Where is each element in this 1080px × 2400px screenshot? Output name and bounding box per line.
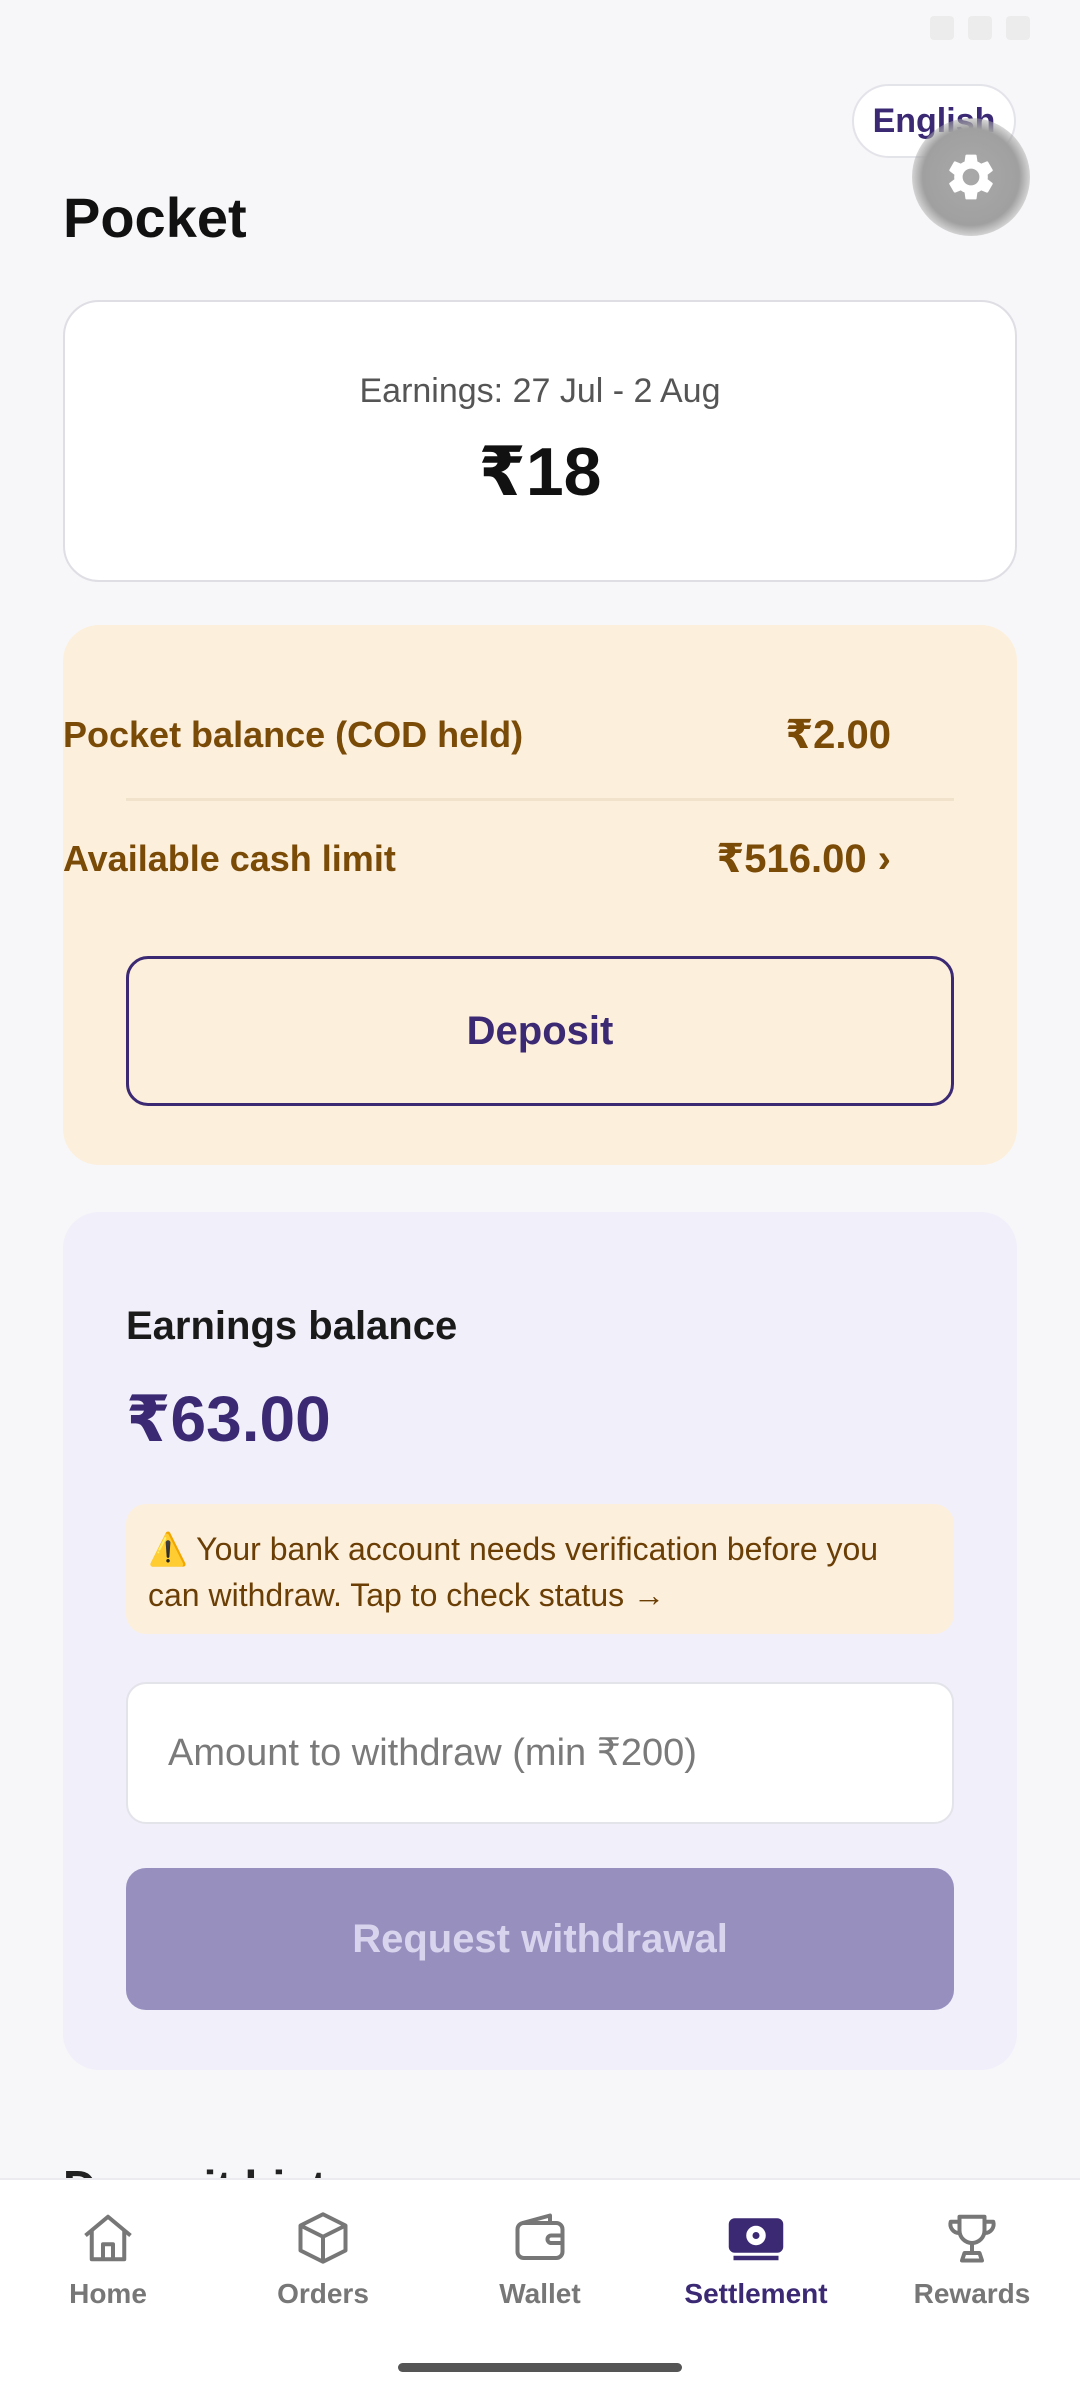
nav-orders[interactable]: Orders: [223, 2208, 423, 2318]
trophy-icon: [948, 2214, 996, 2263]
bank-verification-warning[interactable]: ⚠️ Your bank account needs verification …: [126, 1504, 954, 1634]
gear-icon: [949, 154, 993, 200]
deposit-button[interactable]: Deposit: [126, 956, 954, 1106]
earnings-amount: ₹18: [478, 434, 602, 510]
warning-icon: ⚠️: [148, 1531, 188, 1567]
status-bar: [0, 0, 1080, 60]
status-icons: [930, 16, 1030, 40]
nav-rewards-label: Rewards: [913, 2278, 1031, 2309]
nav-settlement[interactable]: Settlement: [656, 2208, 856, 2318]
nav-home-label: Home: [69, 2278, 147, 2309]
warning-text: Your bank account needs verification bef…: [148, 1531, 879, 1613]
nav-settlement-label: Settlement: [684, 2278, 828, 2309]
withdraw-amount-input[interactable]: [126, 1682, 954, 1824]
pocket-balance-value: ₹2.00: [785, 713, 891, 757]
earnings-balance-title: Earnings balance: [126, 1304, 458, 1348]
cash-limit-value: ₹516.00 ›: [716, 837, 891, 881]
cash-limit-label: Available cash limit: [63, 838, 396, 879]
battery-icon: [1006, 16, 1030, 40]
signal-icon: [968, 16, 992, 40]
nav-home[interactable]: Home: [8, 2208, 208, 2318]
settings-button[interactable]: [912, 118, 1030, 236]
earnings-range: Earnings: 27 Jul - 2 Aug: [359, 372, 721, 410]
weekly-earnings-card[interactable]: Earnings: 27 Jul - 2 Aug ₹18: [63, 300, 1017, 582]
nav-orders-label: Orders: [277, 2278, 369, 2309]
home-indicator[interactable]: [398, 2363, 682, 2372]
wifi-icon: [930, 16, 954, 40]
nav-wallet[interactable]: Wallet: [440, 2208, 640, 2318]
pocket-screen: English Pocket Earnings: 27 Jul - 2 Aug …: [0, 0, 1080, 2400]
nav-wallet-label: Wallet: [499, 2278, 581, 2309]
earnings-balance-amount: ₹63.00: [126, 1383, 331, 1455]
home-icon: [84, 2214, 132, 2262]
pocket-balance-row: Pocket balance (COD held) ₹2.00: [63, 712, 891, 758]
divider: [126, 798, 954, 801]
box-icon: [298, 2212, 348, 2264]
nav-rewards[interactable]: Rewards: [872, 2208, 1072, 2318]
pocket-balance-label: Pocket balance (COD held): [63, 714, 524, 755]
wallet-icon: [515, 2213, 565, 2260]
page-title: Pocket: [63, 186, 247, 249]
cash-limit-row[interactable]: Available cash limit ₹516.00 ›: [63, 836, 891, 882]
request-withdrawal-button[interactable]: Request withdrawal: [126, 1868, 954, 2010]
cash-icon: [728, 2218, 784, 2261]
